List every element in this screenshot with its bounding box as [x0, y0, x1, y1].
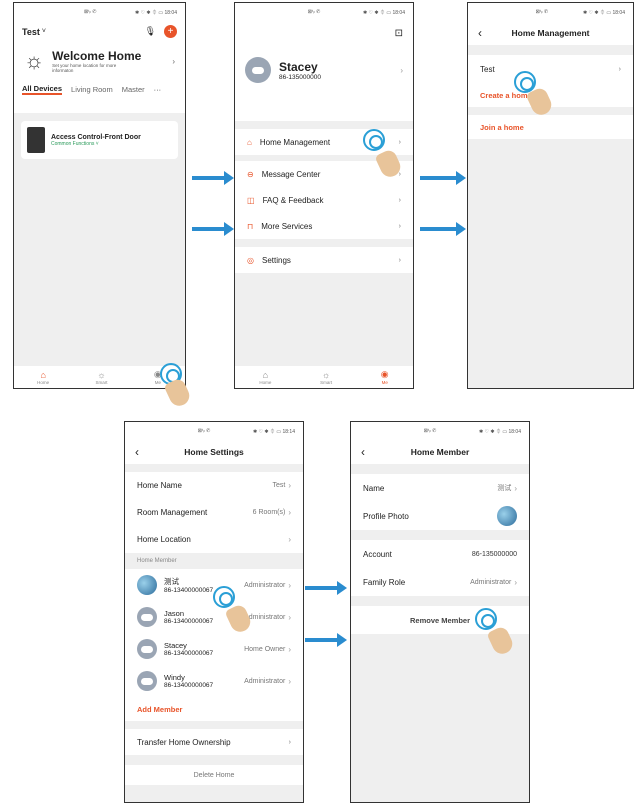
- menu-settings[interactable]: ◎ Settings ›: [235, 247, 413, 273]
- name-row[interactable]: Name 测试 ›: [351, 474, 529, 502]
- smart-icon: ☼: [97, 369, 106, 380]
- status-bar: ⊠ᵗᵢₗ ✆ ✱ ♡ ✱ ⏀ ▭ 18:04: [84, 9, 177, 16]
- tap-indicator: [363, 129, 385, 151]
- home-name-row[interactable]: Home Name Test ›: [125, 472, 303, 499]
- welcome-title: Welcome Home: [52, 49, 142, 63]
- scan-icon[interactable]: ⊡: [395, 28, 403, 39]
- home-item-test[interactable]: Test ›: [468, 55, 633, 83]
- flow-arrow: [420, 222, 466, 236]
- sun-icon: ☼: [24, 48, 45, 73]
- home-location-row[interactable]: Home Location ›: [125, 526, 303, 553]
- menu-faq[interactable]: ◫ FAQ & Feedback ›: [235, 187, 413, 213]
- section-header: Home Member: [137, 558, 177, 564]
- tab-smart[interactable]: ☼ Smart: [96, 370, 108, 385]
- avatar: [137, 639, 157, 659]
- page-title: Home Management: [511, 28, 590, 38]
- bookmark-icon: ⊓: [247, 221, 254, 231]
- tab-me[interactable]: ◉ Me: [381, 369, 389, 385]
- settings-icon: ◎: [247, 255, 254, 265]
- add-icon[interactable]: +: [164, 25, 177, 38]
- tab-living-room[interactable]: Living Room: [71, 85, 113, 94]
- home-selector[interactable]: Test: [22, 27, 40, 37]
- message-icon: ⊖: [247, 169, 254, 179]
- tab-smart[interactable]: ☼ Smart: [320, 370, 332, 385]
- nav-bar: ‹ Home Member: [351, 440, 529, 464]
- account-row: Account 86-135000000: [351, 540, 529, 568]
- house-icon: ⌂: [247, 137, 252, 147]
- tab-home[interactable]: ⌂ Home: [37, 370, 49, 385]
- delete-home-button[interactable]: Delete Home: [125, 765, 303, 785]
- chevron-right-icon[interactable]: ›: [172, 57, 175, 66]
- tap-indicator: [213, 586, 235, 608]
- avatar: [137, 607, 157, 627]
- member-row[interactable]: Windy 86-13400000067 Administrator ›: [125, 665, 303, 697]
- tap-indicator: [475, 608, 497, 630]
- chevron-right-icon: ›: [400, 65, 403, 75]
- flow-arrow: [192, 171, 234, 185]
- nav-bar: ‹ Home Management: [468, 21, 633, 45]
- flow-arrow: [420, 171, 466, 185]
- welcome-subtitle: Set your home location for more informat…: [52, 63, 117, 73]
- screen-home-settings: ⊠ᵗᵢₗ ✆ ✱ ♡ ✱ ⏀ ▭ 18:14 ‹ Home Settings Hom…: [124, 421, 304, 803]
- tab-master[interactable]: Master: [122, 85, 145, 94]
- family-role-row[interactable]: Family Role Administrator ›: [351, 568, 529, 596]
- home-icon: ⌂: [262, 369, 269, 380]
- device-sub[interactable]: Common Functions ˅: [51, 141, 141, 147]
- page-title: Home Member: [410, 447, 470, 457]
- back-icon[interactable]: ‹: [135, 445, 139, 459]
- avatar: [497, 506, 517, 526]
- tab-home[interactable]: ⌂ Home: [259, 370, 271, 385]
- tab-bar: ⌂ Home ☼ Smart ◉ Me: [14, 366, 185, 388]
- back-icon[interactable]: ‹: [478, 26, 482, 40]
- profile-row[interactable]: Stacey 86-135000000 ›: [235, 43, 413, 97]
- page-title: Home Settings: [184, 447, 244, 457]
- home-icon: ⌂: [40, 369, 46, 380]
- transfer-ownership-row[interactable]: Transfer Home Ownership ›: [125, 729, 303, 755]
- flow-arrow: [305, 633, 347, 647]
- smart-icon: ☼: [321, 369, 331, 380]
- nav-bar: ‹ Home Settings: [125, 440, 303, 464]
- room-management-row[interactable]: Room Management 6 Room(s) ›: [125, 499, 303, 526]
- screen-me: ⊠ᵗᵢₗ ✆ ✱ ♡ ✱ ⏀ ▭ 18:04 ⊡ Stacey 86-135000…: [234, 2, 414, 389]
- chevron-down-icon[interactable]: ˅: [42, 28, 46, 35]
- tab-bar: ⌂ Home ☼ Smart ◉ Me: [235, 366, 413, 388]
- me-icon: ◉: [380, 369, 389, 379]
- join-home-button[interactable]: Join a home: [468, 115, 633, 139]
- more-icon[interactable]: ···: [154, 85, 162, 94]
- avatar: [137, 671, 157, 691]
- add-member-button[interactable]: Add Member: [125, 697, 303, 721]
- screen-home-management: ⊠ᵗᵢₗ ✆ ✱ ♡ ✱ ⏀ ▭ 18:04 ‹ Home Management T…: [467, 2, 634, 389]
- flow-arrow: [192, 222, 234, 236]
- avatar: [137, 575, 157, 595]
- screen-home-member: ⊠ᵗᵢₗ ✆ ✱ ♡ ✱ ⏀ ▭ 18:04 ‹ Home Member Name 测…: [350, 421, 530, 803]
- mic-icon[interactable]: 🎙: [145, 26, 156, 37]
- user-phone: 86-135000000: [279, 73, 321, 81]
- profile-photo-row[interactable]: Profile Photo: [351, 502, 529, 530]
- faq-icon: ◫: [247, 195, 255, 205]
- avatar: [245, 57, 271, 83]
- flow-arrow: [305, 581, 347, 595]
- member-row[interactable]: Stacey 86-13400000067 Home Owner ›: [125, 633, 303, 665]
- device-name: Access Control-Front Door: [51, 133, 141, 141]
- device-card[interactable]: Access Control-Front Door Common Functio…: [21, 121, 178, 159]
- member-row[interactable]: Jason 86-13400000067 Administrator ›: [125, 601, 303, 633]
- user-name: Stacey: [279, 59, 318, 74]
- screen-home: ⊠ᵗᵢₗ ✆ ✱ ♡ ✱ ⏀ ▭ 18:04 Test ˅ 🎙 + ☼ Welcom…: [13, 2, 186, 389]
- device-icon: [27, 127, 45, 153]
- tab-all-devices[interactable]: All Devices: [22, 84, 63, 95]
- back-icon[interactable]: ‹: [361, 445, 365, 459]
- menu-more-services[interactable]: ⊓ More Services ›: [235, 213, 413, 239]
